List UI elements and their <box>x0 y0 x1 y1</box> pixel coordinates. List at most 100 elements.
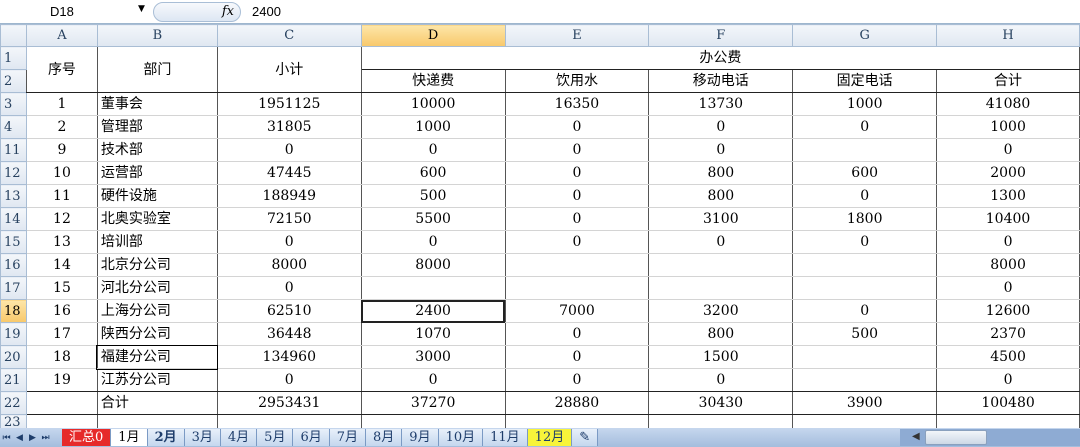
horizontal-scrollbar[interactable]: ◀ <box>900 429 1080 446</box>
cell-f11[interactable]: 0 <box>648 138 794 162</box>
select-all-corner[interactable] <box>0 24 27 47</box>
cell-c19[interactable]: 36448 <box>216 322 362 346</box>
sheet-tab[interactable]: 9月 <box>402 429 439 446</box>
cell-g12[interactable]: 600 <box>792 161 938 185</box>
header-subtotal[interactable]: 小计 <box>216 46 362 93</box>
cell-h11[interactable]: 0 <box>936 138 1080 162</box>
cell-f21[interactable]: 0 <box>648 368 794 392</box>
cell-a22[interactable] <box>25 391 98 415</box>
cell-c13[interactable]: 188949 <box>216 184 362 208</box>
cell-c22[interactable]: 2953431 <box>216 391 362 415</box>
row-header[interactable]: 3 <box>0 92 27 116</box>
cell-b21[interactable]: 江苏分公司 <box>96 368 218 392</box>
cell-e22[interactable]: 28880 <box>504 391 650 415</box>
cell-d11[interactable]: 0 <box>360 138 506 162</box>
cell-h17[interactable]: 0 <box>936 276 1080 300</box>
sheet-tab[interactable]: 1月 <box>111 429 148 446</box>
cell-f13[interactable]: 800 <box>648 184 794 208</box>
row-header[interactable]: 15 <box>0 230 27 254</box>
cell-c12[interactable]: 47445 <box>216 161 362 185</box>
sheet-tab[interactable]: 12月 <box>527 429 573 446</box>
row-header[interactable]: 4 <box>0 115 27 139</box>
cell-e18[interactable]: 7000 <box>504 299 650 323</box>
subheader-cell[interactable]: 移动电话 <box>648 69 794 93</box>
cell-a13[interactable]: 11 <box>25 184 98 208</box>
cell-f4[interactable]: 0 <box>648 115 794 139</box>
row-header[interactable]: 1 <box>0 46 27 70</box>
row-header[interactable]: 21 <box>0 368 27 392</box>
cell-h19[interactable]: 2370 <box>936 322 1080 346</box>
cell-f12[interactable]: 800 <box>648 161 794 185</box>
cell-c3[interactable]: 1951125 <box>216 92 362 116</box>
cell-b20[interactable]: 福建分公司 <box>96 344 219 370</box>
cell-c16[interactable]: 8000 <box>216 253 362 277</box>
cell-b13[interactable]: 硬件设施 <box>96 184 218 208</box>
subheader-cell[interactable]: 快递费 <box>360 69 506 93</box>
next-sheet-icon[interactable]: ▶ <box>26 433 39 443</box>
cell-g15[interactable]: 0 <box>792 230 938 254</box>
header-office-fee[interactable]: 办公费 <box>360 46 1080 70</box>
cell-g16[interactable] <box>792 253 938 277</box>
cell-c20[interactable]: 134960 <box>216 345 362 369</box>
cell-g11[interactable] <box>792 138 938 162</box>
row-header[interactable]: 19 <box>0 322 27 346</box>
cell-e15[interactable]: 0 <box>504 230 650 254</box>
cell-e13[interactable]: 0 <box>504 184 650 208</box>
cell-e4[interactable]: 0 <box>504 115 650 139</box>
cell-d21[interactable]: 0 <box>360 368 506 392</box>
cell-b4[interactable]: 管理部 <box>96 115 218 139</box>
cell-d17[interactable] <box>360 276 506 300</box>
cell-a18[interactable]: 16 <box>25 299 98 323</box>
row-header[interactable]: 18 <box>0 299 27 323</box>
function-icon[interactable]: fx <box>222 4 234 19</box>
cell-f18[interactable]: 3200 <box>648 299 794 323</box>
cell-f19[interactable]: 800 <box>648 322 794 346</box>
cell-a11[interactable]: 9 <box>25 138 98 162</box>
cell-g20[interactable] <box>792 345 938 369</box>
cell-g4[interactable]: 0 <box>792 115 938 139</box>
cell-g17[interactable] <box>792 276 938 300</box>
column-header-h[interactable]: H <box>936 24 1080 47</box>
cell-d12[interactable]: 600 <box>360 161 506 185</box>
cell-e12[interactable]: 0 <box>504 161 650 185</box>
cell-b11[interactable]: 技术部 <box>96 138 218 162</box>
cell-f22[interactable]: 30430 <box>648 391 794 415</box>
cell-b15[interactable]: 培训部 <box>96 230 218 254</box>
cell-f3[interactable]: 13730 <box>648 92 794 116</box>
sheet-tab[interactable]: 2月 <box>147 429 185 446</box>
header-seq[interactable]: 序号 <box>25 46 98 93</box>
cell-d13[interactable]: 500 <box>360 184 506 208</box>
sheet-tab[interactable]: 10月 <box>438 429 484 446</box>
cell-c14[interactable]: 72150 <box>216 207 362 231</box>
scroll-left-icon[interactable]: ◀ <box>912 431 920 442</box>
cell-a20[interactable]: 18 <box>25 345 98 369</box>
row-header[interactable]: 12 <box>0 161 27 185</box>
column-header-e[interactable]: E <box>504 24 650 47</box>
scroll-thumb[interactable] <box>925 430 987 445</box>
cell-d3[interactable]: 10000 <box>360 92 506 116</box>
cell-b12[interactable]: 运营部 <box>96 161 218 185</box>
last-sheet-icon[interactable]: ⏭ <box>39 433 52 443</box>
cell-b18[interactable]: 上海分公司 <box>96 299 218 323</box>
first-sheet-icon[interactable]: ⏮ <box>0 433 13 443</box>
cell-a14[interactable]: 12 <box>25 207 98 231</box>
cell-c11[interactable]: 0 <box>216 138 362 162</box>
cell-d4[interactable]: 1000 <box>360 115 506 139</box>
cell-a17[interactable]: 15 <box>25 276 98 300</box>
cell-e3[interactable]: 16350 <box>504 92 650 116</box>
insert-sheet-icon[interactable]: ✎ <box>572 429 599 446</box>
cell-e21[interactable]: 0 <box>504 368 650 392</box>
cell-e16[interactable] <box>504 253 650 277</box>
cell-a12[interactable]: 10 <box>25 161 98 185</box>
cell-h16[interactable]: 8000 <box>936 253 1080 277</box>
cell-a16[interactable]: 14 <box>25 253 98 277</box>
subheader-cell[interactable]: 饮用水 <box>504 69 650 93</box>
cell-g19[interactable]: 500 <box>792 322 938 346</box>
subheader-cell[interactable]: 合计 <box>936 69 1080 93</box>
cell-e19[interactable]: 0 <box>504 322 650 346</box>
cell-c18[interactable]: 62510 <box>216 299 362 323</box>
cell-e11[interactable]: 0 <box>504 138 650 162</box>
cell-g14[interactable]: 1800 <box>792 207 938 231</box>
cell-h21[interactable]: 0 <box>936 368 1080 392</box>
cell-f17[interactable] <box>648 276 794 300</box>
